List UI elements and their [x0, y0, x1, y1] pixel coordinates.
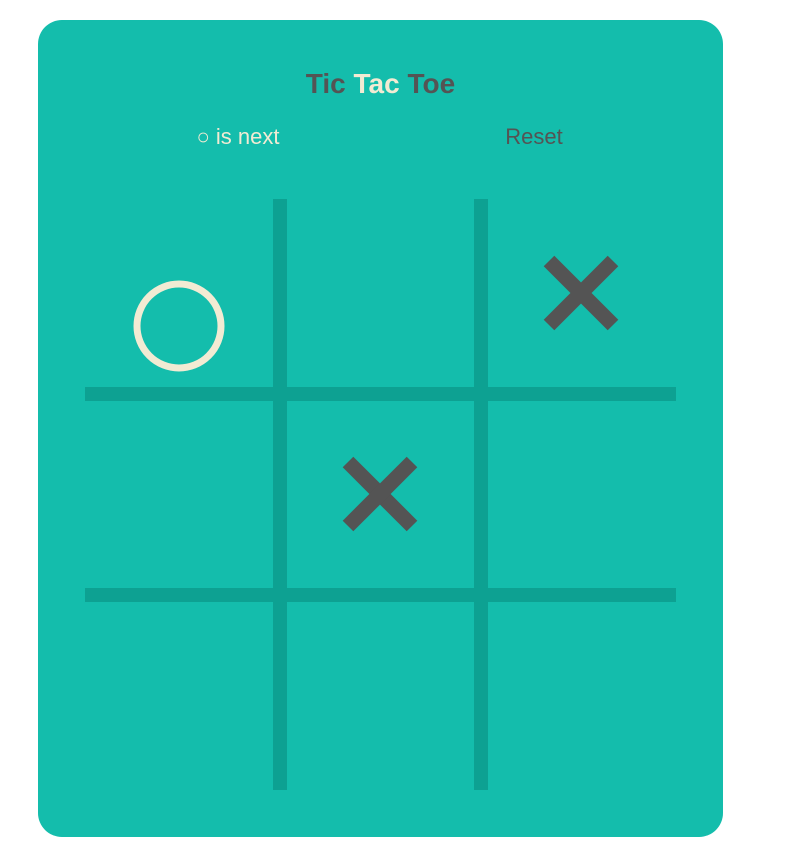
next-player-status: ○ is next: [178, 124, 298, 150]
x-mark-icon: [342, 456, 418, 532]
board-cell-7[interactable]: [85, 601, 273, 789]
title-word-tic: Tic: [305, 68, 346, 99]
board-cell-3[interactable]: [487, 199, 675, 387]
board-cell-5[interactable]: [286, 400, 474, 588]
grid-line-vertical-2: [474, 199, 488, 790]
x-mark-icon: [543, 255, 619, 331]
board-cell-8[interactable]: [286, 601, 474, 789]
next-player-symbol: ○: [196, 124, 210, 149]
next-player-text: is next: [215, 124, 280, 149]
o-mark-icon: [133, 280, 225, 372]
grid-line-horizontal-2: [85, 588, 676, 602]
page-title: Tic Tac Toe: [38, 67, 723, 101]
board-cell-9[interactable]: [487, 601, 675, 789]
game-card: Tic Tac Toe ○ is next Reset: [38, 20, 723, 837]
board-cell-6[interactable]: [487, 400, 675, 588]
board-cell-4[interactable]: [85, 400, 273, 588]
board-cell-1[interactable]: [85, 199, 273, 387]
grid-line-horizontal-1: [85, 387, 676, 401]
title-word-toe: Toe: [407, 68, 456, 99]
grid-line-vertical-1: [273, 199, 287, 790]
reset-button[interactable]: Reset: [484, 124, 584, 150]
game-board: [85, 199, 676, 790]
board-cell-2[interactable]: [286, 199, 474, 387]
title-word-tac: Tac: [353, 68, 400, 99]
